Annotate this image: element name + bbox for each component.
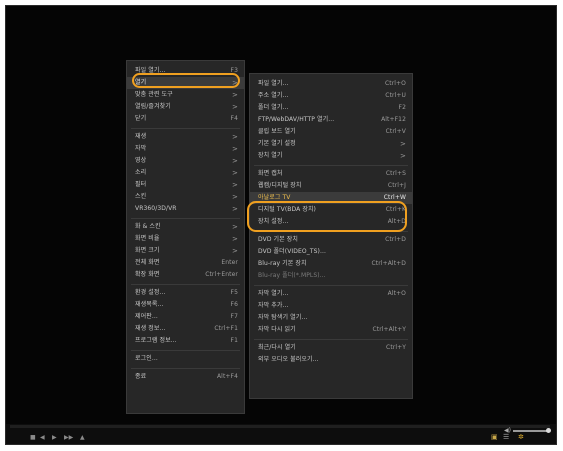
menu-item-preferences[interactable]: 환경 설정... F5 xyxy=(127,287,244,299)
submenu-item-screen-capture[interactable]: 화면 캡처 Ctrl+S xyxy=(250,168,412,180)
chevron-right-icon: > xyxy=(232,91,238,99)
submenu-item-open-url[interactable]: 주소 열기... Ctrl+U xyxy=(250,90,412,102)
playlist-icon[interactable]: ☰ xyxy=(503,434,509,441)
volume-slider[interactable] xyxy=(513,430,547,432)
chevron-right-icon: > xyxy=(232,145,238,153)
chevron-right-icon: > xyxy=(400,152,406,160)
chevron-right-icon: > xyxy=(232,157,238,165)
submenu-item-dvd-default-device[interactable]: DVD 기본 장치 Ctrl+D xyxy=(250,234,412,246)
menu-item-vr[interactable]: VR360/3D/VR > xyxy=(127,203,244,215)
menu-item-control-panel[interactable]: 제어판... F7 xyxy=(127,311,244,323)
chevron-right-icon: > xyxy=(232,169,238,177)
menu-item-subtitles[interactable]: 자막 > xyxy=(127,143,244,155)
menu-item-login[interactable]: 로그인... xyxy=(127,353,244,365)
menu-item-playlist[interactable]: 재생목록... F6 xyxy=(127,299,244,311)
submenu-item-add-subtitle[interactable]: 자막 추가... xyxy=(250,300,412,312)
menu-item-screen-skin[interactable]: 화 & 스킨 > xyxy=(127,221,244,233)
submenu-item-load-external-audio[interactable]: 외부 오디오 불러오기... xyxy=(250,354,412,366)
chevron-right-icon: > xyxy=(232,193,238,201)
submenu-item-open-device[interactable]: 장치 열기 > xyxy=(250,150,412,162)
menu-item-about[interactable]: 프로그램 정보... F1 xyxy=(127,335,244,347)
open-icon[interactable]: ▲ xyxy=(80,435,85,441)
submenu-item-bluray-folder[interactable]: Blu-ray 폴더(*.MPLS)... xyxy=(250,270,412,282)
menu-separator xyxy=(254,231,408,232)
menu-item-fullscreen[interactable]: 전체 화면 Enter xyxy=(127,257,244,269)
menu-item-close[interactable]: 닫기 F4 xyxy=(127,113,244,125)
prev-icon[interactable]: ◀ xyxy=(40,435,45,441)
chevron-right-icon: > xyxy=(232,133,238,141)
menu-separator xyxy=(131,350,240,351)
menu-separator xyxy=(131,368,240,369)
submenu-item-analog-tv[interactable]: 아날로그 TV Ctrl+W xyxy=(250,192,412,204)
chevron-right-icon: > xyxy=(232,235,238,243)
submenu-item-bluray-default-device[interactable]: Blu-ray 기본 장치 Ctrl+Alt+D xyxy=(250,258,412,270)
subtitle-icon[interactable]: ▣ xyxy=(491,434,498,441)
control-bar: ◀) ■ ◀ ▶ ▶▶ ▲ ▣ ☰ ✲ xyxy=(6,424,556,444)
chevron-right-icon: > xyxy=(232,223,238,231)
chevron-right-icon: > xyxy=(232,181,238,189)
submenu-item-open-folder[interactable]: 폴더 열기... F2 xyxy=(250,102,412,114)
menu-item-open[interactable]: 열기 > xyxy=(127,77,244,89)
menu-item-video[interactable]: 영상 > xyxy=(127,155,244,167)
submenu-item-open-file[interactable]: 파일 열기... Ctrl+O xyxy=(250,78,412,90)
menu-item-exit[interactable]: 종료 Alt+F4 xyxy=(127,371,244,383)
submenu-item-default-open-settings[interactable]: 기본 열기 설정 > xyxy=(250,138,412,150)
seek-bar[interactable] xyxy=(10,425,550,428)
chevron-right-icon: > xyxy=(232,103,238,111)
menu-separator xyxy=(254,285,408,286)
chevron-right-icon: > xyxy=(400,140,406,148)
menu-separator xyxy=(254,339,408,340)
submenu-item-open-clipboard[interactable]: 클립 보드 열기 Ctrl+V xyxy=(250,126,412,138)
next-icon[interactable]: ▶▶ xyxy=(64,435,73,441)
open-submenu: 파일 열기... Ctrl+O 주소 열기... Ctrl+U 폴더 열기... F2… xyxy=(249,73,413,399)
play-icon[interactable]: ▶ xyxy=(52,435,57,441)
menu-separator xyxy=(131,284,240,285)
submenu-item-subtitle-explorer[interactable]: 자막 탐색기 열기... xyxy=(250,312,412,324)
submenu-item-dvd-folder[interactable]: DVD 폴더(VIDEO_TS)... xyxy=(250,246,412,258)
settings-icon[interactable]: ✲ xyxy=(518,434,524,441)
menu-item-playback[interactable]: 재생 > xyxy=(127,131,244,143)
submenu-item-open-subtitle[interactable]: 자막 열기... Alt+O xyxy=(250,288,412,300)
submenu-item-reload-subtitle[interactable]: 자막 다시 읽기 Ctrl+Alt+Y xyxy=(250,324,412,336)
submenu-item-open-ftp[interactable]: FTP/WebDAV/HTTP 열기... Alt+F12 xyxy=(250,114,412,126)
submenu-item-webcam[interactable]: 웹캠/디지털 장치 Ctrl+J xyxy=(250,180,412,192)
volume-slider-handle[interactable] xyxy=(546,428,551,433)
chevron-right-icon: > xyxy=(232,247,238,255)
menu-separator xyxy=(131,128,240,129)
menu-item-skin[interactable]: 스킨 > xyxy=(127,191,244,203)
submenu-item-device-settings[interactable]: 장치 설정... Alt+D xyxy=(250,216,412,228)
menu-item-filter[interactable]: 필터 > xyxy=(127,179,244,191)
stop-icon[interactable]: ■ xyxy=(30,435,36,441)
menu-item-extended-screen[interactable]: 확장 화면 Ctrl+Enter xyxy=(127,269,244,281)
menu-item-recent-favorites[interactable]: 열림/즐겨찾기 > xyxy=(127,101,244,113)
menu-item-open-file[interactable]: 파일 열기... F3 xyxy=(127,65,244,77)
chevron-right-icon: > xyxy=(232,205,238,213)
menu-separator xyxy=(131,218,240,219)
player-window: 파일 열기... F3 열기 > 맞춤 관련 도구 > 열림/즐겨찾기 > 닫기 F4 재… xyxy=(6,6,556,444)
chevron-right-icon: > xyxy=(232,79,238,87)
main-context-menu: 파일 열기... F3 열기 > 맞춤 관련 도구 > 열림/즐겨찾기 > 닫기 F4 재… xyxy=(126,60,245,414)
menu-item-playback-info[interactable]: 재생 정보... Ctrl+F1 xyxy=(127,323,244,335)
submenu-item-recent-reopen[interactable]: 최근/다시 열기 Ctrl+Y xyxy=(250,342,412,354)
menu-item-subtitle-tools[interactable]: 맞춤 관련 도구 > xyxy=(127,89,244,101)
menu-item-audio[interactable]: 소리 > xyxy=(127,167,244,179)
submenu-item-digital-tv[interactable]: 디지털 TV(BDA 장치) Ctrl+K xyxy=(250,204,412,216)
menu-item-screen-size[interactable]: 화면 크기 > xyxy=(127,245,244,257)
menu-separator xyxy=(254,165,408,166)
menu-item-aspect-ratio[interactable]: 화면 비율 > xyxy=(127,233,244,245)
